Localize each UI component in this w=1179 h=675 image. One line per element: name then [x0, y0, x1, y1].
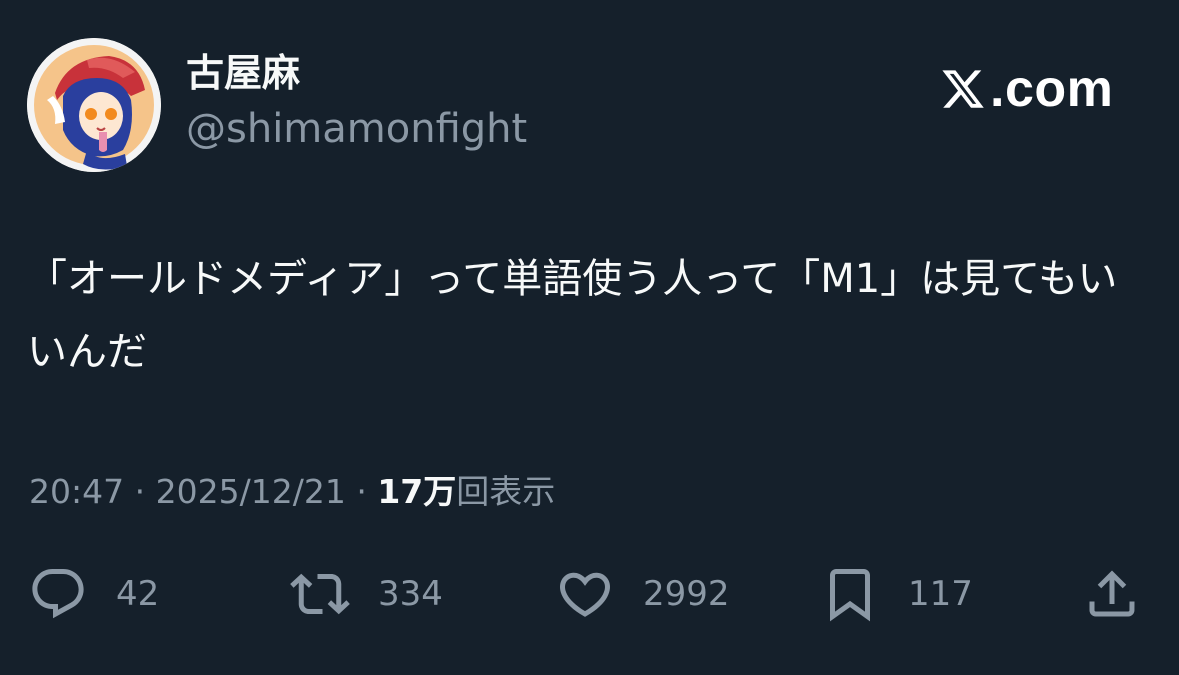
meta-separator: · [356, 472, 367, 511]
avatar-image [27, 38, 161, 172]
like-count: 2992 [643, 574, 730, 614]
brand-text: .com [990, 60, 1114, 118]
tweet-meta: 20:47 · 2025/12/21 · 17万回表示 [29, 470, 555, 514]
reply-button[interactable]: 42 [28, 562, 159, 626]
brand-logo: .com [940, 58, 1140, 120]
views-label: 回表示 [456, 472, 556, 511]
bookmark-count: 117 [908, 574, 973, 614]
reply-icon [32, 569, 84, 619]
avatar[interactable] [27, 38, 161, 172]
retweet-button[interactable]: 334 [290, 562, 443, 626]
tweet-date[interactable]: 2025/12/21 [156, 472, 346, 511]
display-name[interactable]: 古屋麻 [186, 51, 300, 96]
bookmark-icon [830, 569, 870, 622]
retweet-count: 334 [378, 574, 443, 614]
meta-separator: · [134, 472, 146, 511]
retweet-icon [290, 573, 350, 615]
share-button[interactable] [1082, 562, 1142, 626]
action-bar: 42 334 2992 117 [0, 562, 1179, 626]
views-count: 17万 [377, 472, 457, 511]
like-button[interactable]: 2992 [555, 562, 730, 626]
user-handle[interactable]: @shimamonfight [186, 106, 527, 152]
tweet-text: 「オールドメディア」って単語使う人って「M1」は見てもいいんだ [27, 256, 1118, 375]
reply-count: 42 [116, 574, 160, 614]
tweet-time[interactable]: 20:47 [29, 472, 124, 511]
like-icon [559, 572, 611, 617]
share-icon [1089, 570, 1135, 617]
bookmark-button[interactable]: 117 [820, 562, 973, 626]
x-logo-icon [942, 70, 984, 108]
